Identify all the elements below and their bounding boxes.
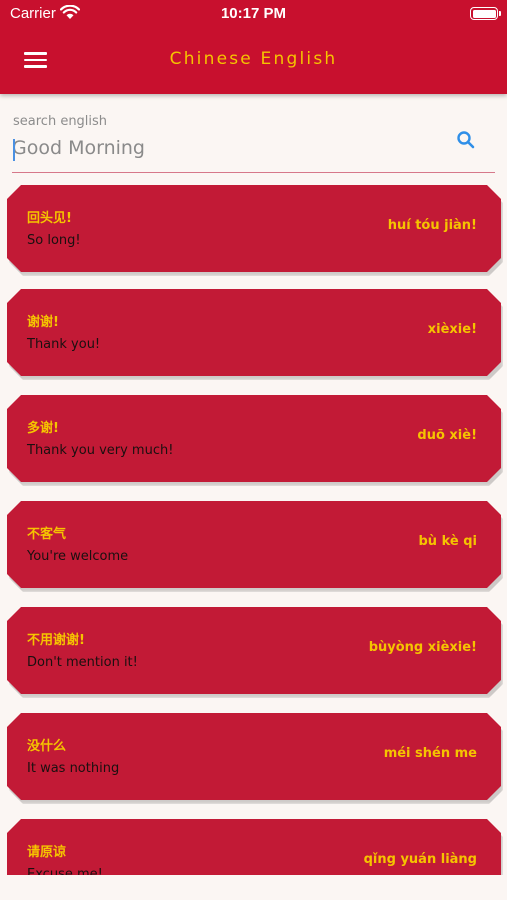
app-header: Carrier 10:17 PM Chinese English	[0, 0, 507, 94]
app-title: Chinese English	[169, 49, 338, 69]
search-field[interactable]: search english	[12, 112, 495, 173]
phrase-english: Excuse me!	[27, 867, 103, 875]
phrase-chinese: 多谢!	[27, 421, 59, 436]
phrase-card[interactable]: 谢谢! Thank you! xièxie!	[7, 289, 501, 376]
text-caret	[13, 139, 15, 161]
phrase-card[interactable]: 多谢! Thank you very much! duō xiè!	[7, 395, 501, 482]
phrase-chinese: 不用谢谢!	[27, 633, 85, 648]
status-time: 10:17 PM	[220, 5, 287, 22]
search-label: search english	[13, 114, 108, 129]
phrase-card[interactable]: 没什么 It was nothing méi shén me	[7, 713, 501, 800]
search-input[interactable]	[12, 134, 442, 162]
phrase-chinese: 不客气	[27, 527, 67, 542]
phrase-card[interactable]: 回头见! So long! huí tóu jiàn!	[7, 185, 501, 272]
phrase-english: It was nothing	[27, 761, 120, 776]
phrase-chinese: 请原谅	[27, 845, 67, 860]
battery-icon	[470, 7, 501, 20]
phrase-chinese: 回头见!	[27, 211, 72, 226]
bottom-area	[0, 875, 507, 900]
phrase-card[interactable]: 不客气 You're welcome bù kè qi	[7, 501, 501, 588]
phrase-chinese: 没什么	[27, 739, 67, 754]
phrase-english: You're welcome	[27, 549, 129, 564]
phrase-english: Don't mention it!	[27, 655, 138, 670]
phrase-pinyin: méi shén me	[383, 746, 477, 761]
phrase-english: Thank you very much!	[27, 443, 174, 458]
phrase-chinese: 谢谢!	[27, 315, 59, 330]
phrase-english: Thank you!	[27, 337, 101, 352]
search-icon[interactable]	[455, 129, 477, 151]
phrase-pinyin: duō xiè!	[417, 428, 477, 443]
phrase-pinyin: xièxie!	[427, 322, 477, 337]
phrase-card[interactable]: 不用谢谢! Don't mention it! bùyòng xièxie!	[7, 607, 501, 694]
status-bar: Carrier 10:17 PM	[0, 0, 507, 30]
phrase-pinyin: bù kè qi	[418, 534, 478, 549]
phrase-pinyin: qǐng yuán liàng	[363, 852, 477, 867]
phrase-card[interactable]: 请原谅 Excuse me! qǐng yuán liàng	[7, 819, 501, 875]
phrase-pinyin: bùyòng xièxie!	[368, 640, 477, 655]
phrase-english: So long!	[27, 233, 81, 248]
phrase-pinyin: huí tóu jiàn!	[387, 218, 477, 233]
